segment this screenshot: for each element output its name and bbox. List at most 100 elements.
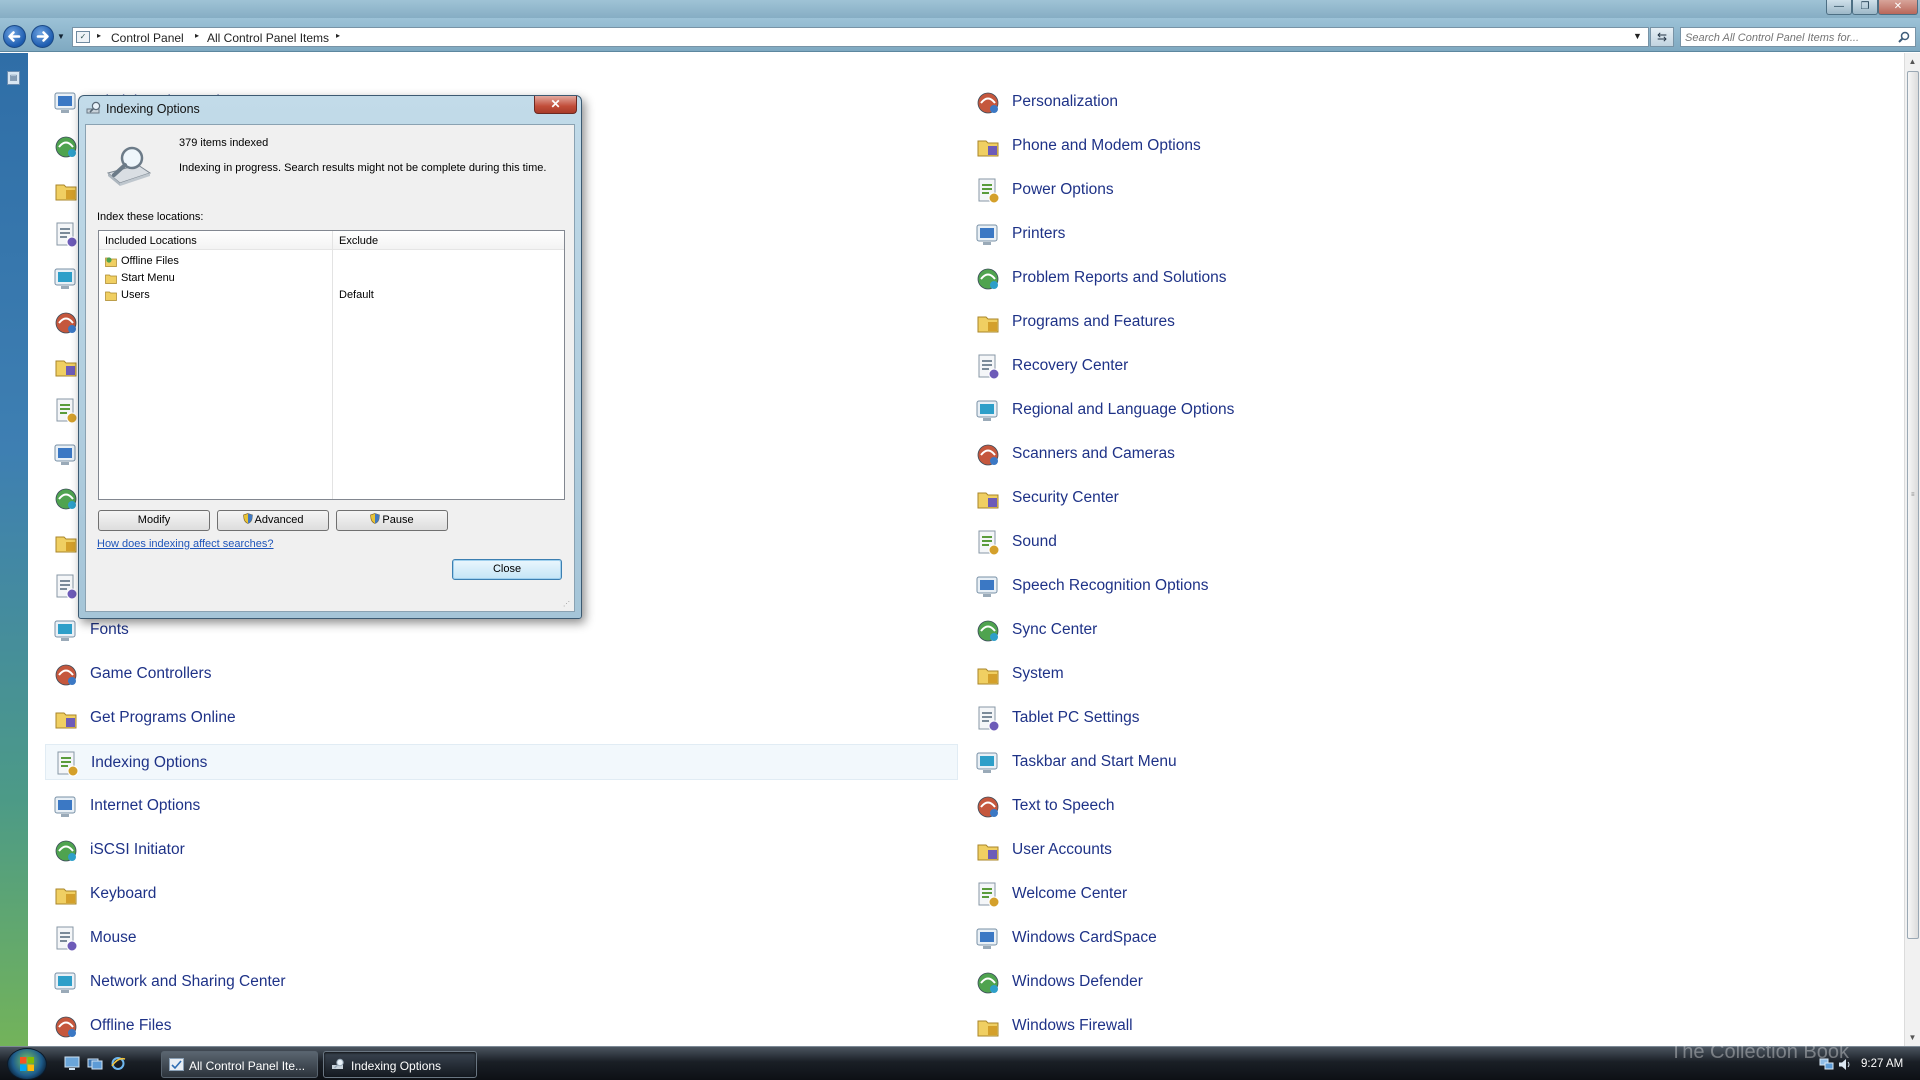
control-panel-item-label[interactable]: Offline Files [90,1017,172,1035]
control-panel-item-label[interactable]: Scanners and Cameras [1012,445,1175,463]
back-button[interactable] [3,25,26,48]
control-panel-item[interactable]: Tablet PC Settings [967,700,1887,736]
control-panel-item-label[interactable]: Programs and Features [1012,313,1175,331]
control-panel-item[interactable]: System [967,656,1887,692]
address-bar[interactable]: ✓ ▸ Control Panel ▸ All Control Panel It… [72,27,1649,47]
pause-button[interactable]: Pause [336,510,448,531]
show-desktop-icon[interactable] [64,1056,80,1071]
control-panel-item[interactable]: Personalization [967,84,1887,120]
control-panel-item[interactable]: Security Center [967,480,1887,516]
control-panel-item-label[interactable]: Personalization [1012,93,1118,111]
control-panel-item-label[interactable]: Network and Sharing Center [90,973,286,991]
table-row[interactable]: Offline Files [99,254,564,269]
control-panel-item-label[interactable]: Speech Recognition Options [1012,577,1208,595]
modify-button[interactable]: Modify [98,510,210,531]
control-panel-item[interactable]: Windows Firewall [967,1008,1887,1044]
control-panel-item-label[interactable]: Welcome Center [1012,885,1127,903]
refresh-button[interactable]: ⇆ [1650,27,1674,47]
control-panel-item-label[interactable]: Internet Options [90,797,200,815]
control-panel-item-label[interactable]: System [1012,665,1064,683]
address-dropdown-arrow[interactable]: ▼ [1633,31,1642,41]
scroll-up-arrow[interactable]: ▲ [1905,53,1920,70]
table-row[interactable]: Start Menu [99,271,564,286]
breadcrumb-separator[interactable]: ▸ [195,31,199,40]
control-panel-item-label[interactable]: Text to Speech [1012,797,1115,815]
control-panel-item-label[interactable]: Game Controllers [90,665,211,683]
control-panel-item[interactable]: Keyboard [45,876,958,912]
control-panel-item-label[interactable]: Sound [1012,533,1057,551]
control-panel-item[interactable]: Printers [967,216,1887,252]
control-panel-item-label[interactable]: Windows Firewall [1012,1017,1133,1035]
start-button[interactable] [7,1048,47,1080]
control-panel-item-label[interactable]: Recovery Center [1012,357,1128,375]
column-header-exclude[interactable]: Exclude [339,235,378,247]
control-panel-item[interactable]: Problem Reports and Solutions [967,260,1887,296]
maximize-button[interactable]: ❐ [1852,0,1878,15]
table-row[interactable]: Users Default [99,288,564,303]
control-panel-item-label[interactable]: Taskbar and Start Menu [1012,753,1177,771]
forward-button[interactable] [31,25,54,48]
control-panel-item-label[interactable]: Printers [1012,225,1065,243]
control-panel-item[interactable]: Game Controllers [45,656,958,692]
control-panel-item-label[interactable]: iSCSI Initiator [90,841,185,859]
control-panel-item-label[interactable]: Fonts [90,621,129,639]
control-panel-item[interactable]: Taskbar and Start Menu [967,744,1887,780]
breadcrumb-separator[interactable]: ▸ [336,31,340,40]
internet-explorer-icon[interactable] [110,1056,126,1071]
breadcrumb-separator[interactable]: ▸ [97,31,101,40]
control-panel-item[interactable]: Windows Defender [967,964,1887,1000]
control-panel-item-label[interactable]: Mouse [90,929,137,947]
control-panel-item-label[interactable]: Indexing Options [91,754,207,772]
locations-table[interactable]: Included Locations Exclude Offline Files… [98,230,565,500]
control-panel-item[interactable]: Get Programs Online [45,700,958,736]
control-panel-item-label[interactable]: Regional and Language Options [1012,401,1234,419]
control-panel-item[interactable]: Indexing Options [45,744,958,780]
taskbar-button-indexing-options[interactable]: Indexing Options [323,1051,477,1078]
column-header-included[interactable]: Included Locations [105,235,197,247]
close-window-button[interactable]: ✕ [1878,0,1918,15]
minimize-button[interactable]: — [1826,0,1852,15]
recent-pages-dropdown[interactable]: ▼ [57,32,65,41]
control-panel-item-label[interactable]: Phone and Modem Options [1012,137,1201,155]
scroll-down-arrow[interactable]: ▼ [1905,1029,1920,1046]
control-panel-item[interactable]: Internet Options [45,788,958,824]
control-panel-item[interactable]: iSCSI Initiator [45,832,958,868]
control-panel-item-label[interactable]: Problem Reports and Solutions [1012,269,1227,287]
search-icon[interactable] [1898,31,1910,43]
control-panel-item[interactable]: Scanners and Cameras [967,436,1887,472]
control-panel-item-label[interactable]: Security Center [1012,489,1119,507]
classic-view-icon[interactable]: ▤ [7,71,20,85]
control-panel-item-label[interactable]: User Accounts [1012,841,1112,859]
control-panel-item-label[interactable]: Tablet PC Settings [1012,709,1140,727]
control-panel-item-label[interactable]: Get Programs Online [90,709,236,727]
control-panel-item[interactable]: Windows CardSpace [967,920,1887,956]
control-panel-item[interactable]: Sync Center [967,612,1887,648]
breadcrumb-control-panel[interactable]: Control Panel [111,31,184,45]
control-panel-item[interactable]: Welcome Center [967,876,1887,912]
control-panel-item[interactable]: Speech Recognition Options [967,568,1887,604]
control-panel-item[interactable]: User Accounts [967,832,1887,868]
search-input[interactable] [1685,30,1890,45]
advanced-button[interactable]: Advanced [217,510,329,531]
control-panel-item[interactable]: Mouse [45,920,958,956]
control-panel-item-label[interactable]: Power Options [1012,181,1114,199]
control-panel-item[interactable]: Text to Speech [967,788,1887,824]
control-panel-item-label[interactable]: Windows Defender [1012,973,1143,991]
close-dialog-button[interactable]: Close [452,559,562,580]
control-panel-item-label[interactable]: Sync Center [1012,621,1097,639]
breadcrumb-all-items[interactable]: All Control Panel Items [207,31,329,45]
scrollbar-thumb[interactable]: ≡ [1907,71,1919,939]
control-panel-item-label[interactable]: Windows CardSpace [1012,929,1157,947]
vertical-scrollbar[interactable]: ▲ ≡ ▼ [1904,53,1920,1046]
control-panel-item[interactable]: Offline Files [45,1008,958,1044]
control-panel-item[interactable]: Sound [967,524,1887,560]
control-panel-item-label[interactable]: Keyboard [90,885,156,903]
control-panel-item[interactable]: Regional and Language Options [967,392,1887,428]
system-clock[interactable]: 9:27 AM [1861,1058,1903,1070]
taskbar-button-control-panel[interactable]: All Control Panel Ite... [161,1051,318,1078]
switch-windows-icon[interactable] [87,1056,103,1071]
control-panel-item[interactable]: Programs and Features [967,304,1887,340]
control-panel-item[interactable]: Network and Sharing Center [45,964,958,1000]
search-box[interactable] [1680,27,1916,47]
control-panel-item[interactable]: Recovery Center [967,348,1887,384]
